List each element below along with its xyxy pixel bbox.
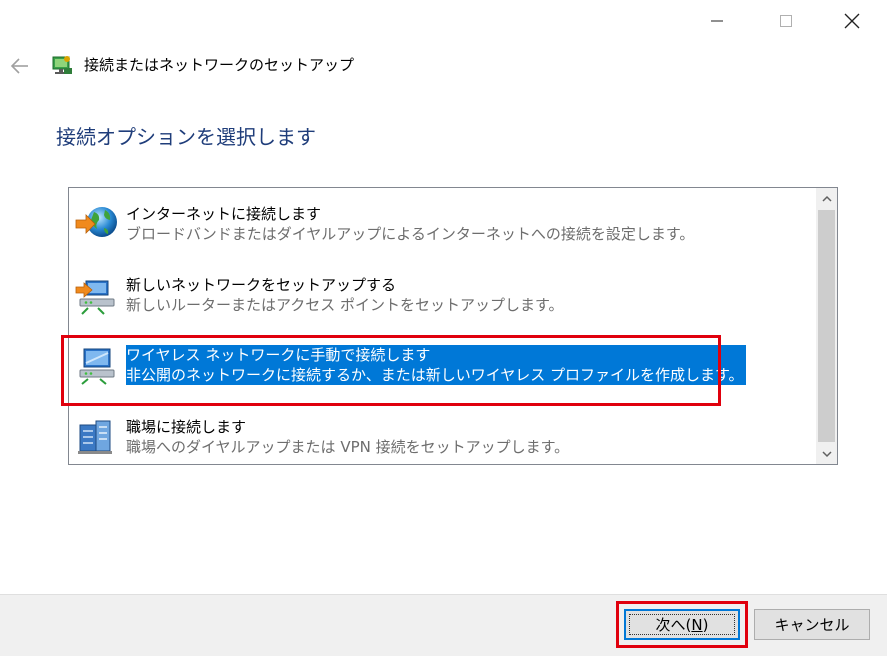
maximize-icon	[780, 15, 792, 27]
option-title: インターネットに接続します	[126, 205, 322, 223]
option-internet[interactable]: インターネットに接続します ブロードバンドまたはダイヤルアップによるインターネッ…	[72, 194, 812, 250]
option-workplace[interactable]: 職場に接続します 職場へのダイヤルアップまたは VPN 接続をセットアップします…	[72, 407, 812, 463]
highlight-frame-option	[61, 335, 721, 406]
scroll-up-button[interactable]	[816, 188, 837, 208]
globe-icon	[75, 207, 117, 237]
workplace-icon	[78, 420, 112, 454]
network-setup-icon	[52, 56, 72, 74]
router-icon	[75, 280, 115, 315]
option-title: 新しいネットワークをセットアップする	[126, 276, 397, 294]
option-description: 職場へのダイヤルアップまたは VPN 接続をセットアップします。	[126, 438, 570, 456]
cancel-button[interactable]: キャンセル	[754, 609, 870, 640]
option-description: 新しいルーターまたはアクセス ポイントをセットアップします。	[126, 296, 564, 314]
window-title: 接続またはネットワークのセットアップ	[84, 56, 355, 74]
minimize-icon	[711, 20, 723, 22]
page-title: 接続オプションを選択します	[56, 125, 316, 149]
option-description: ブロードバンドまたはダイヤルアップによるインターネットへの接続を設定します。	[126, 225, 695, 243]
scroll-down-button[interactable]	[816, 444, 837, 464]
close-icon	[844, 13, 860, 29]
highlight-frame-next	[616, 601, 748, 648]
back-button[interactable]	[8, 55, 32, 77]
minimize-button[interactable]	[697, 8, 737, 34]
back-arrow-icon	[10, 58, 28, 74]
scroll-thumb[interactable]	[818, 210, 835, 442]
chevron-down-icon	[821, 450, 832, 457]
list-scrollbar[interactable]	[816, 188, 837, 464]
connection-options-list[interactable]: インターネットに接続します ブロードバンドまたはダイヤルアップによるインターネッ…	[68, 187, 838, 465]
option-title: 職場に接続します	[126, 418, 247, 436]
maximize-button[interactable]	[766, 8, 806, 34]
option-new-network[interactable]: 新しいネットワークをセットアップする 新しいルーターまたはアクセス ポイントをセ…	[72, 265, 812, 321]
chevron-up-icon	[821, 195, 832, 202]
close-button[interactable]	[832, 8, 872, 34]
